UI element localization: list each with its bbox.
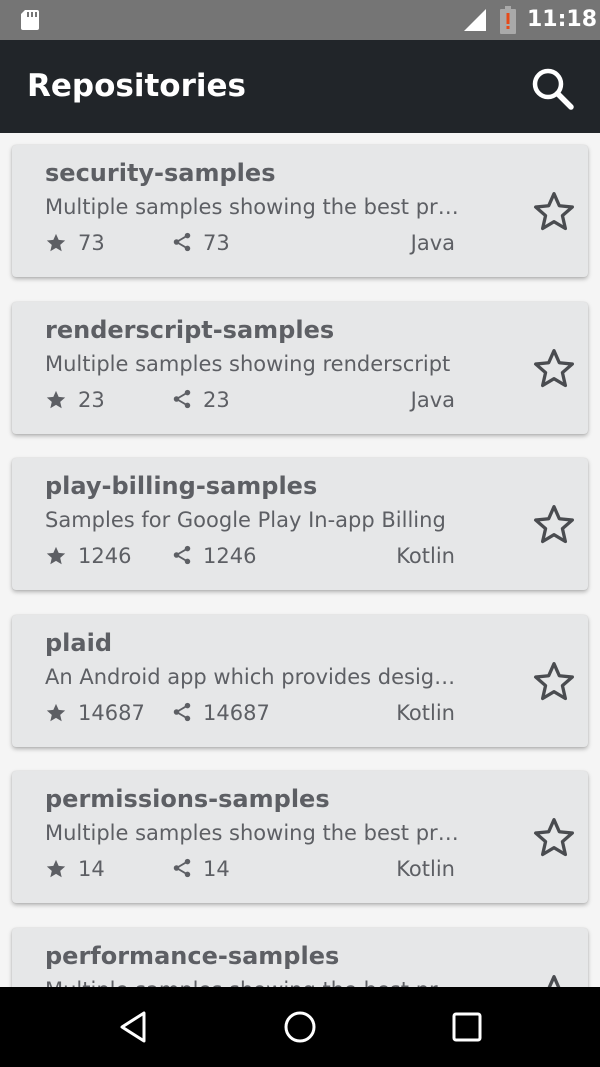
- share-icon: [173, 389, 191, 409]
- home-icon[interactable]: [280, 1007, 320, 1047]
- repository-card[interactable]: permissions-samples Multiple samples sho…: [12, 771, 588, 903]
- favorite-star-icon[interactable]: [531, 190, 577, 234]
- favorite-star-icon[interactable]: [531, 816, 577, 860]
- repository-language: Java: [410, 231, 455, 255]
- sd-card-icon: [21, 10, 39, 30]
- share-icon: [173, 232, 191, 252]
- signal-icon: [464, 9, 486, 31]
- repository-meta: 14687 14687 Kotlin: [45, 701, 455, 731]
- favorite-star-icon[interactable]: [531, 973, 577, 987]
- repository-description: Multiple samples showing renderscript: [45, 352, 451, 376]
- star-count-icon: [46, 859, 66, 878]
- repository-card[interactable]: renderscript-samples Multiple samples sh…: [12, 302, 588, 434]
- star-count-icon: [46, 703, 66, 722]
- fork-count: 1246: [203, 544, 257, 568]
- status-bar: 11:18: [0, 0, 600, 40]
- favorite-star-icon[interactable]: [531, 347, 577, 391]
- favorite-star-icon[interactable]: [531, 660, 577, 704]
- repository-language: Java: [410, 388, 455, 412]
- star-count: 1246: [78, 544, 132, 568]
- star-count: 73: [78, 231, 105, 255]
- repository-description: Samples for Google Play In-app Billing: [45, 508, 446, 532]
- repository-name: security-samples: [45, 159, 276, 187]
- star-count: 14: [78, 857, 105, 881]
- repository-language: Kotlin: [396, 701, 455, 725]
- repository-meta: 1246 1246 Kotlin: [45, 544, 455, 574]
- share-icon: [173, 858, 191, 878]
- fork-count: 14: [203, 857, 230, 881]
- star-count: 14687: [78, 701, 145, 725]
- repository-language: Kotlin: [396, 857, 455, 881]
- repository-name: performance-samples: [45, 942, 340, 970]
- fork-count: 14687: [203, 701, 270, 725]
- star-count-icon: [46, 546, 66, 565]
- repository-name: plaid: [45, 629, 113, 657]
- repository-meta: 23 23 Java: [45, 388, 455, 418]
- repository-name: play-billing-samples: [45, 472, 318, 500]
- repository-list[interactable]: security-samples Multiple samples showin…: [0, 133, 600, 987]
- share-icon: [173, 702, 191, 722]
- navigation-bar: [0, 987, 600, 1067]
- repository-description: An Android app which provides design new…: [45, 665, 465, 689]
- star-count: 23: [78, 388, 105, 412]
- repository-card[interactable]: security-samples Multiple samples showin…: [12, 145, 588, 277]
- star-count-icon: [46, 390, 66, 409]
- repository-description: Multiple samples showing the best practi…: [45, 195, 465, 219]
- share-icon: [173, 545, 191, 565]
- repository-meta: 73 73 Java: [45, 231, 455, 261]
- favorite-star-icon[interactable]: [531, 503, 577, 547]
- battery-alert-icon: [500, 6, 516, 34]
- star-count-icon: [46, 233, 66, 252]
- recents-icon[interactable]: [447, 1007, 487, 1047]
- repository-card[interactable]: plaid An Android app which provides desi…: [12, 615, 588, 747]
- repository-name: renderscript-samples: [45, 316, 335, 344]
- fork-count: 73: [203, 231, 230, 255]
- repository-language: Kotlin: [396, 544, 455, 568]
- repository-description: Multiple samples showing the best practi…: [45, 978, 465, 987]
- fork-count: 23: [203, 388, 230, 412]
- repository-card[interactable]: performance-samples Multiple samples sho…: [12, 928, 588, 987]
- search-icon[interactable]: [528, 64, 576, 112]
- back-icon[interactable]: [114, 1007, 154, 1047]
- app-bar: Repositories: [0, 40, 600, 133]
- repository-description: Multiple samples showing the best practi…: [45, 821, 465, 845]
- page-title: Repositories: [27, 68, 246, 104]
- repository-card[interactable]: play-billing-samples Samples for Google …: [12, 458, 588, 590]
- status-time: 11:18: [527, 7, 598, 32]
- repository-meta: 14 14 Kotlin: [45, 857, 455, 887]
- repository-name: permissions-samples: [45, 785, 330, 813]
